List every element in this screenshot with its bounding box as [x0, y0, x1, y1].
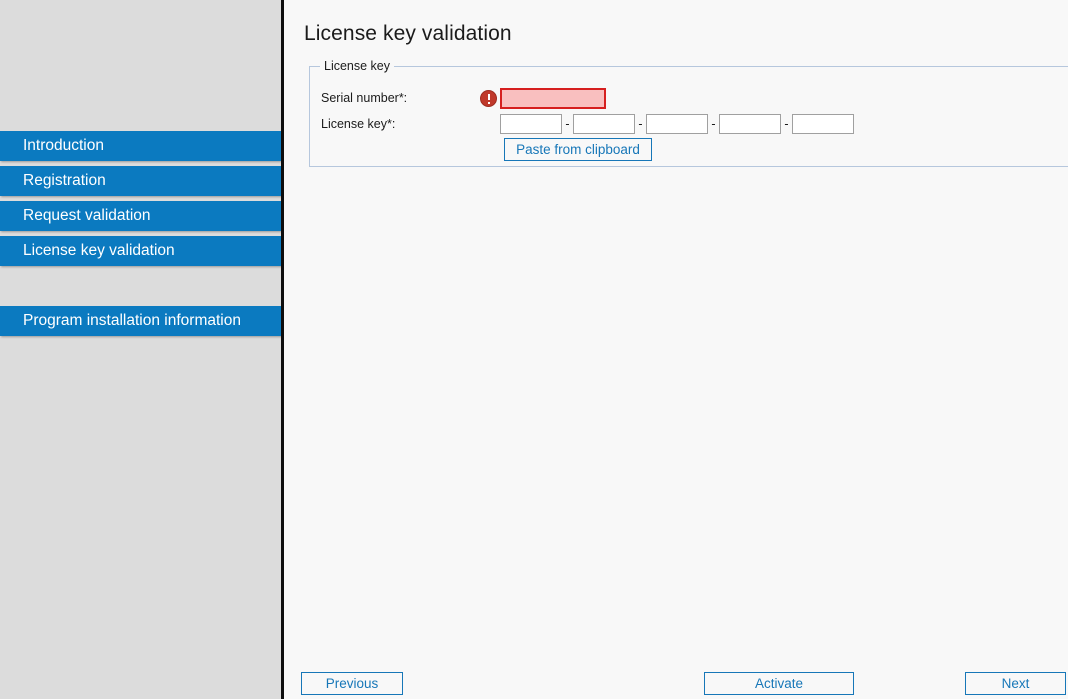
license-key-row: License key*: - - - -	[310, 114, 1068, 138]
sidebar-item-license-key-validation[interactable]: License key validation	[0, 236, 283, 266]
license-key-segment-2[interactable]	[573, 114, 635, 134]
sidebar-item-program-installation-information[interactable]: Program installation information	[0, 306, 283, 336]
paste-row: Paste from clipboard	[310, 138, 1068, 162]
sidebar-nav-group-main: Introduction Registration Request valida…	[0, 131, 283, 266]
sidebar-item-label: Program installation information	[23, 312, 241, 329]
paste-from-clipboard-button[interactable]: Paste from clipboard	[504, 138, 652, 161]
wizard-content-pane: License key validation License key Seria…	[284, 0, 1068, 699]
sidebar-nav-group-secondary: Program installation information	[0, 306, 283, 336]
sidebar-item-introduction[interactable]: Introduction	[0, 131, 283, 161]
groupbox-legend: License key	[320, 59, 394, 73]
license-key-separator: -	[708, 114, 719, 134]
license-key-separator: -	[562, 114, 573, 134]
serial-number-input[interactable]	[500, 88, 606, 109]
page-title: License key validation	[304, 22, 512, 46]
installer-wizard-window: Introduction Registration Request valida…	[0, 0, 1068, 699]
license-key-groupbox: License key Serial number*: License key*…	[309, 66, 1068, 167]
sidebar-item-label: Introduction	[23, 137, 104, 154]
sidebar-item-label: Request validation	[23, 207, 151, 224]
sidebar-item-request-validation[interactable]: Request validation	[0, 201, 283, 231]
license-key-segment-3[interactable]	[646, 114, 708, 134]
license-key-label: License key*:	[321, 117, 395, 131]
wizard-sidebar: Introduction Registration Request valida…	[0, 0, 281, 699]
error-exclamation-icon	[480, 90, 497, 107]
activate-button[interactable]: Activate	[704, 672, 854, 695]
license-key-segment-5[interactable]	[792, 114, 854, 134]
serial-number-row: Serial number*:	[310, 88, 1068, 112]
license-key-separator: -	[781, 114, 792, 134]
next-button[interactable]: Next	[965, 672, 1066, 695]
serial-number-label: Serial number*:	[321, 91, 407, 105]
sidebar-item-label: License key validation	[23, 242, 175, 259]
license-key-segment-1[interactable]	[500, 114, 562, 134]
license-key-separator: -	[635, 114, 646, 134]
previous-button[interactable]: Previous	[301, 672, 403, 695]
sidebar-item-label: Registration	[23, 172, 106, 189]
license-key-segment-group: - - - -	[500, 114, 854, 134]
license-key-segment-4[interactable]	[719, 114, 781, 134]
sidebar-item-registration[interactable]: Registration	[0, 166, 283, 196]
